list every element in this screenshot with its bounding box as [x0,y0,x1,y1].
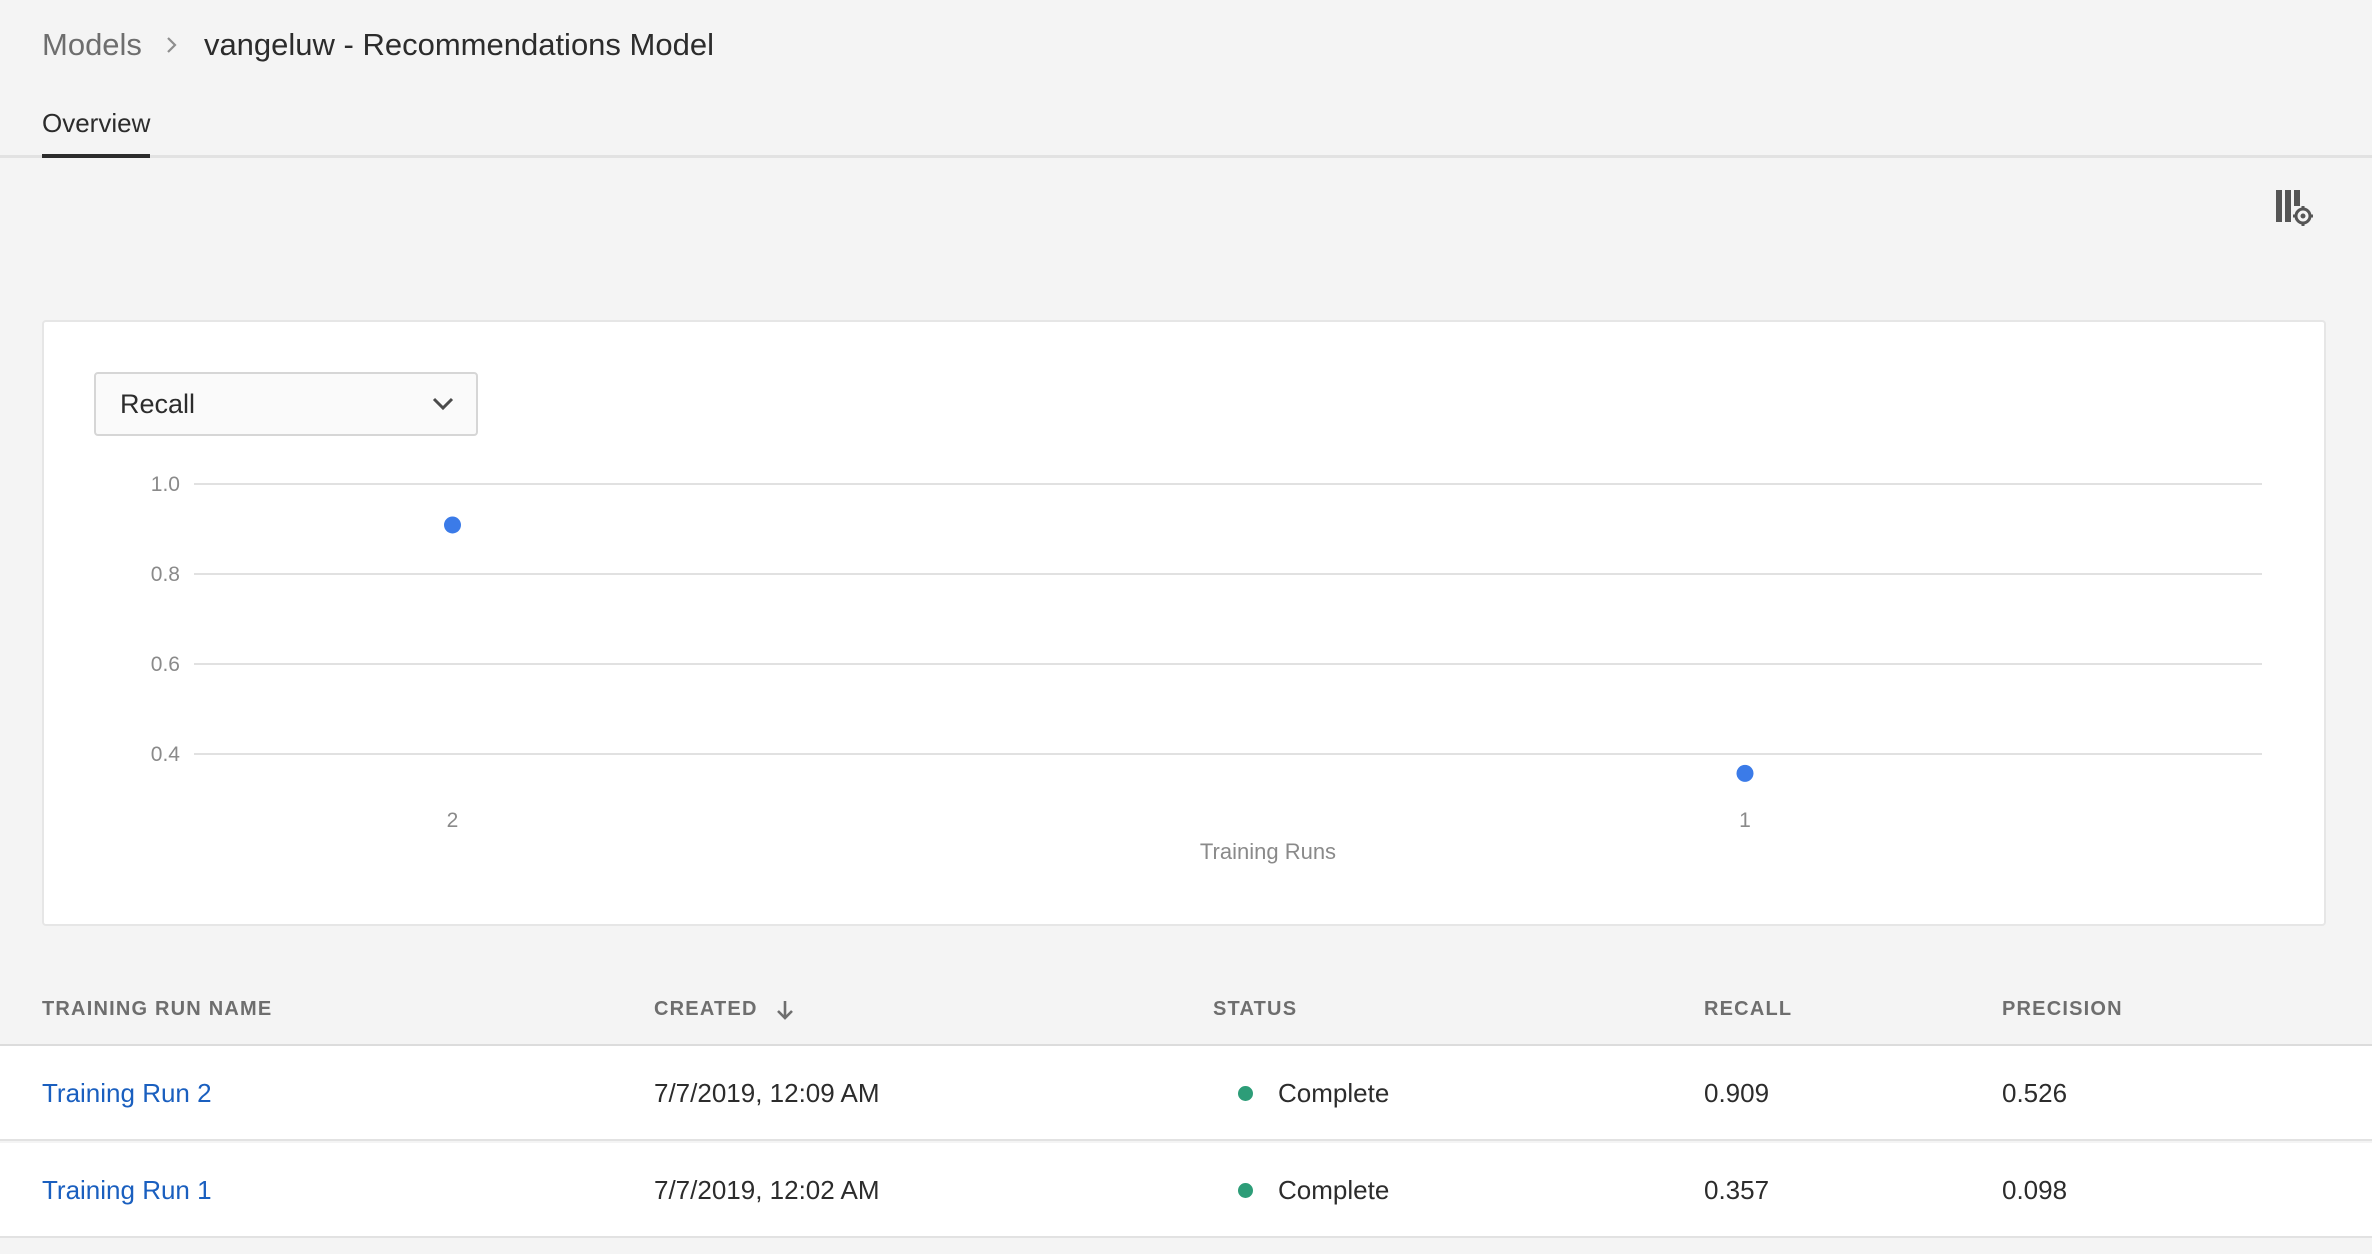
training-run-link[interactable]: Training Run 1 [42,1175,212,1206]
y-tick-label: 0.4 [151,743,181,766]
status-cell: Complete [1238,1046,1389,1141]
recall-value: 0.357 [1704,1175,1770,1205]
chevron-right-icon [166,36,178,54]
breadcrumb-models-link[interactable]: Models [42,27,142,63]
precision-value: 0.526 [2002,1078,2068,1108]
x-tick-label: 2 [447,809,459,832]
x-axis-label: Training Runs [1200,839,1336,864]
y-tick-label: 1.0 [151,473,180,496]
table-row: Training Run 2 7/7/2019, 12:09 AM Comple… [0,1046,2372,1141]
arrow-down-icon [776,1000,793,1020]
column-header-precision[interactable]: PRECISION [2002,998,2123,1021]
x-tick-label: 1 [1739,809,1751,832]
tab-bar: Overview [0,100,2372,158]
chart-card: Recall 1.0 0.8 0.6 0.4 2 1 Training Runs [42,320,2326,926]
page-title: vangeluw - Recommendations Model [203,27,714,62]
y-tick-label: 0.6 [151,653,180,676]
recall-chart: 1.0 0.8 0.6 0.4 2 1 Training Runs [151,473,2262,864]
status-cell: Complete [1238,1143,1389,1238]
created-date: 7/7/2019, 12:09 AM [654,1078,880,1108]
tab-overview[interactable]: Overview [42,108,151,158]
created-date: 7/7/2019, 12:02 AM [654,1175,880,1205]
training-run-link[interactable]: Training Run 2 [42,1078,212,1109]
y-tick-label: 0.8 [151,563,180,586]
column-settings-button[interactable] [2274,188,2314,228]
status-dot-icon [1238,1183,1253,1198]
table-row: Training Run 1 7/7/2019, 12:02 AM Comple… [0,1143,2372,1238]
data-point [444,516,461,534]
breadcrumb: Models vangeluw - Recommendations Model [42,22,714,68]
column-header-name[interactable]: TRAINING RUN NAME [42,998,272,1021]
column-header-status[interactable]: STATUS [1213,998,1297,1021]
table-header: TRAINING RUN NAME CREATED STATUS RECALL … [0,990,2372,1046]
column-header-recall[interactable]: RECALL [1704,998,1792,1021]
status-text: Complete [1278,1175,1390,1205]
column-settings-icon [2276,190,2313,226]
status-text: Complete [1278,1078,1390,1108]
status-dot-icon [1238,1086,1253,1101]
precision-value: 0.098 [2002,1175,2068,1205]
data-point [1736,764,1754,782]
column-header-created[interactable]: CREATED [654,998,794,1021]
recall-value: 0.909 [1704,1078,1770,1108]
